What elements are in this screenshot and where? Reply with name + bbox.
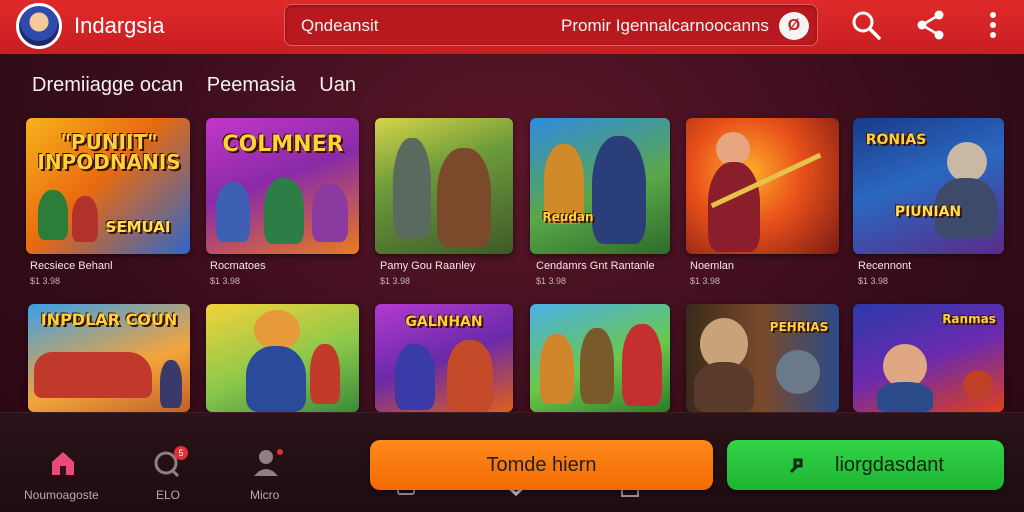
profile-icon xyxy=(254,449,283,476)
game-card[interactable] xyxy=(375,118,513,254)
primary-action-button[interactable]: Tomde hiern xyxy=(370,440,713,490)
game-card[interactable]: COLMNER xyxy=(206,118,359,254)
search-promo-text: Promir Igennalcarnoocanns xyxy=(561,16,769,35)
game-card[interactable]: Ranmas xyxy=(853,304,1004,412)
character-figure xyxy=(216,182,250,242)
character-figure xyxy=(312,184,348,242)
car-icon xyxy=(34,352,152,398)
search-icon[interactable] xyxy=(849,8,883,42)
search-bar[interactable]: Qndeansit Promir Igennalcarnoocanns Ø xyxy=(284,4,818,46)
nav-profile-button[interactable] xyxy=(252,446,284,478)
app-title: Indargsia xyxy=(74,13,165,38)
game-card-price: $1 3.98 xyxy=(30,276,61,286)
notification-badge: 5 xyxy=(174,446,188,460)
game-card-title[interactable]: Noemlan xyxy=(690,260,734,272)
nav-home-label[interactable]: Noumoagoste xyxy=(24,488,99,502)
secondary-action-button[interactable]: liorgdasdant xyxy=(727,440,1004,490)
section-title-part: Dremiiagge ocan xyxy=(32,74,184,96)
secondary-action-label: liorgdasdant xyxy=(835,453,944,476)
character-figure xyxy=(963,370,993,400)
character-figure xyxy=(310,344,340,404)
character-figure xyxy=(395,344,435,410)
character-figure xyxy=(254,310,300,350)
game-card[interactable] xyxy=(530,304,670,412)
leaf-icon xyxy=(789,458,803,474)
game-card[interactable]: "PUNIIT" INPODNANIS SEMUAI xyxy=(26,118,190,254)
game-card-title[interactable]: Recennont xyxy=(858,260,911,272)
character-figure xyxy=(708,162,760,252)
game-card-title[interactable]: Cendamrs Gnt Rantanle xyxy=(536,260,655,272)
game-card[interactable] xyxy=(206,304,359,412)
character-figure xyxy=(437,148,491,248)
character-figure xyxy=(716,132,750,166)
more-vertical-icon[interactable] xyxy=(976,8,1010,42)
game-card-banner: GALNHAN xyxy=(405,314,483,330)
game-card-title[interactable]: Rocmatoes xyxy=(210,260,266,272)
character-figure xyxy=(580,328,614,404)
share-icon[interactable] xyxy=(914,8,948,42)
game-card-subbanner: PIUNIAN xyxy=(894,204,962,220)
nav-profile-label[interactable]: Micro xyxy=(250,488,279,502)
game-card-price: $1 3.98 xyxy=(536,276,567,286)
game-card-price: $1 3.98 xyxy=(210,276,241,286)
search-badge-icon[interactable]: Ø xyxy=(779,12,809,40)
character-figure xyxy=(694,362,754,412)
search-input[interactable]: Qndeansit xyxy=(301,16,379,36)
character-figure xyxy=(540,334,574,404)
game-card-banner: COLMNER xyxy=(222,132,344,157)
game-card-title[interactable]: Pamy Gou Raanley xyxy=(380,260,475,272)
character-figure xyxy=(38,190,68,240)
character-figure xyxy=(776,350,820,394)
game-card-subbanner: SEMUAI xyxy=(105,218,171,236)
game-card-price: $1 3.98 xyxy=(858,276,889,286)
game-card[interactable]: PEHRIAS xyxy=(686,304,839,412)
home-icon xyxy=(52,452,74,475)
character-figure xyxy=(947,142,987,182)
nav-chat-label[interactable]: ELO xyxy=(156,488,180,502)
character-figure xyxy=(246,346,306,412)
game-card-banner: Ranmas xyxy=(942,312,996,326)
character-figure xyxy=(622,324,662,406)
game-card-price: $1 3.98 xyxy=(380,276,411,286)
game-card[interactable]: GALNHAN xyxy=(375,304,513,412)
character-figure xyxy=(393,138,431,238)
character-figure xyxy=(264,178,304,244)
nav-home-button[interactable] xyxy=(48,448,78,478)
top-app-bar: Indargsia Qndeansit Promir Igennalcarnoo… xyxy=(0,0,1024,54)
game-card[interactable]: Reudan xyxy=(530,118,670,254)
game-card[interactable]: INPDLAR COUN xyxy=(28,304,190,412)
game-card-banner: RONIAS xyxy=(865,132,927,148)
section-title: Dremiiagge ocan Peemasia Uan xyxy=(32,74,374,97)
game-card-banner: PEHRIAS xyxy=(769,320,829,334)
character-figure xyxy=(160,360,182,408)
character-figure xyxy=(592,136,646,244)
game-card[interactable] xyxy=(686,118,839,254)
game-card-banner: "PUNIIT" INPODNANIS xyxy=(37,130,181,174)
character-figure xyxy=(447,340,493,412)
character-figure xyxy=(877,382,933,412)
avatar[interactable] xyxy=(16,3,62,49)
game-card-subbanner: Reudan xyxy=(542,210,594,224)
section-title-part: Peemasia xyxy=(206,74,296,96)
game-card-title[interactable]: Recsiece Behanl xyxy=(30,260,113,272)
game-card-price: $1 3.98 xyxy=(690,276,721,286)
game-card-banner: INPDLAR COUN xyxy=(40,310,178,329)
game-card[interactable]: RONIAS PIUNIAN xyxy=(853,118,1004,254)
section-title-part: Uan xyxy=(319,74,356,96)
